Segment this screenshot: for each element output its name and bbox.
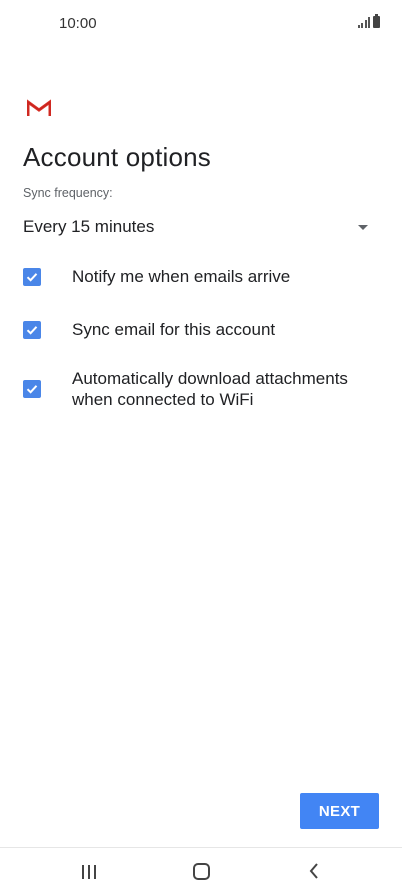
navigation-bar (0, 847, 402, 893)
notify-label: Notify me when emails arrive (72, 267, 291, 286)
back-icon[interactable] (308, 862, 320, 880)
chevron-down-icon (358, 224, 368, 230)
download-attachments-checkbox[interactable] (23, 380, 41, 398)
option-download-attachments[interactable]: Automatically download attachments when … (23, 368, 373, 410)
battery-icon (373, 14, 380, 28)
sync-frequency-dropdown[interactable]: Every 15 minutes (23, 212, 373, 242)
page-title: Account options (23, 142, 212, 172)
sync-email-label: Sync email for this account (72, 320, 276, 339)
next-button[interactable]: NEXT (300, 793, 379, 829)
home-icon[interactable] (193, 863, 210, 880)
checkmark-icon (26, 385, 38, 394)
checkmark-icon (26, 272, 38, 282)
gmail-icon (27, 99, 51, 116)
download-attachments-label: Automatically download attachments when … (72, 369, 348, 409)
sync-frequency-label: Sync frequency: (23, 186, 113, 200)
status-icons (357, 14, 380, 28)
status-time: 10:00 (59, 15, 97, 32)
option-sync-email[interactable]: Sync email for this account (23, 319, 373, 340)
sync-frequency-value: Every 15 minutes (23, 217, 155, 236)
screen: 10:00 Account options Sync frequency: Ev… (0, 0, 402, 893)
signal-icon (357, 16, 370, 28)
recent-apps-icon[interactable] (82, 865, 96, 879)
sync-email-checkbox[interactable] (23, 320, 41, 339)
option-notify[interactable]: Notify me when emails arrive (23, 266, 373, 287)
notify-checkbox[interactable] (23, 267, 41, 286)
checkmark-icon (26, 325, 38, 335)
